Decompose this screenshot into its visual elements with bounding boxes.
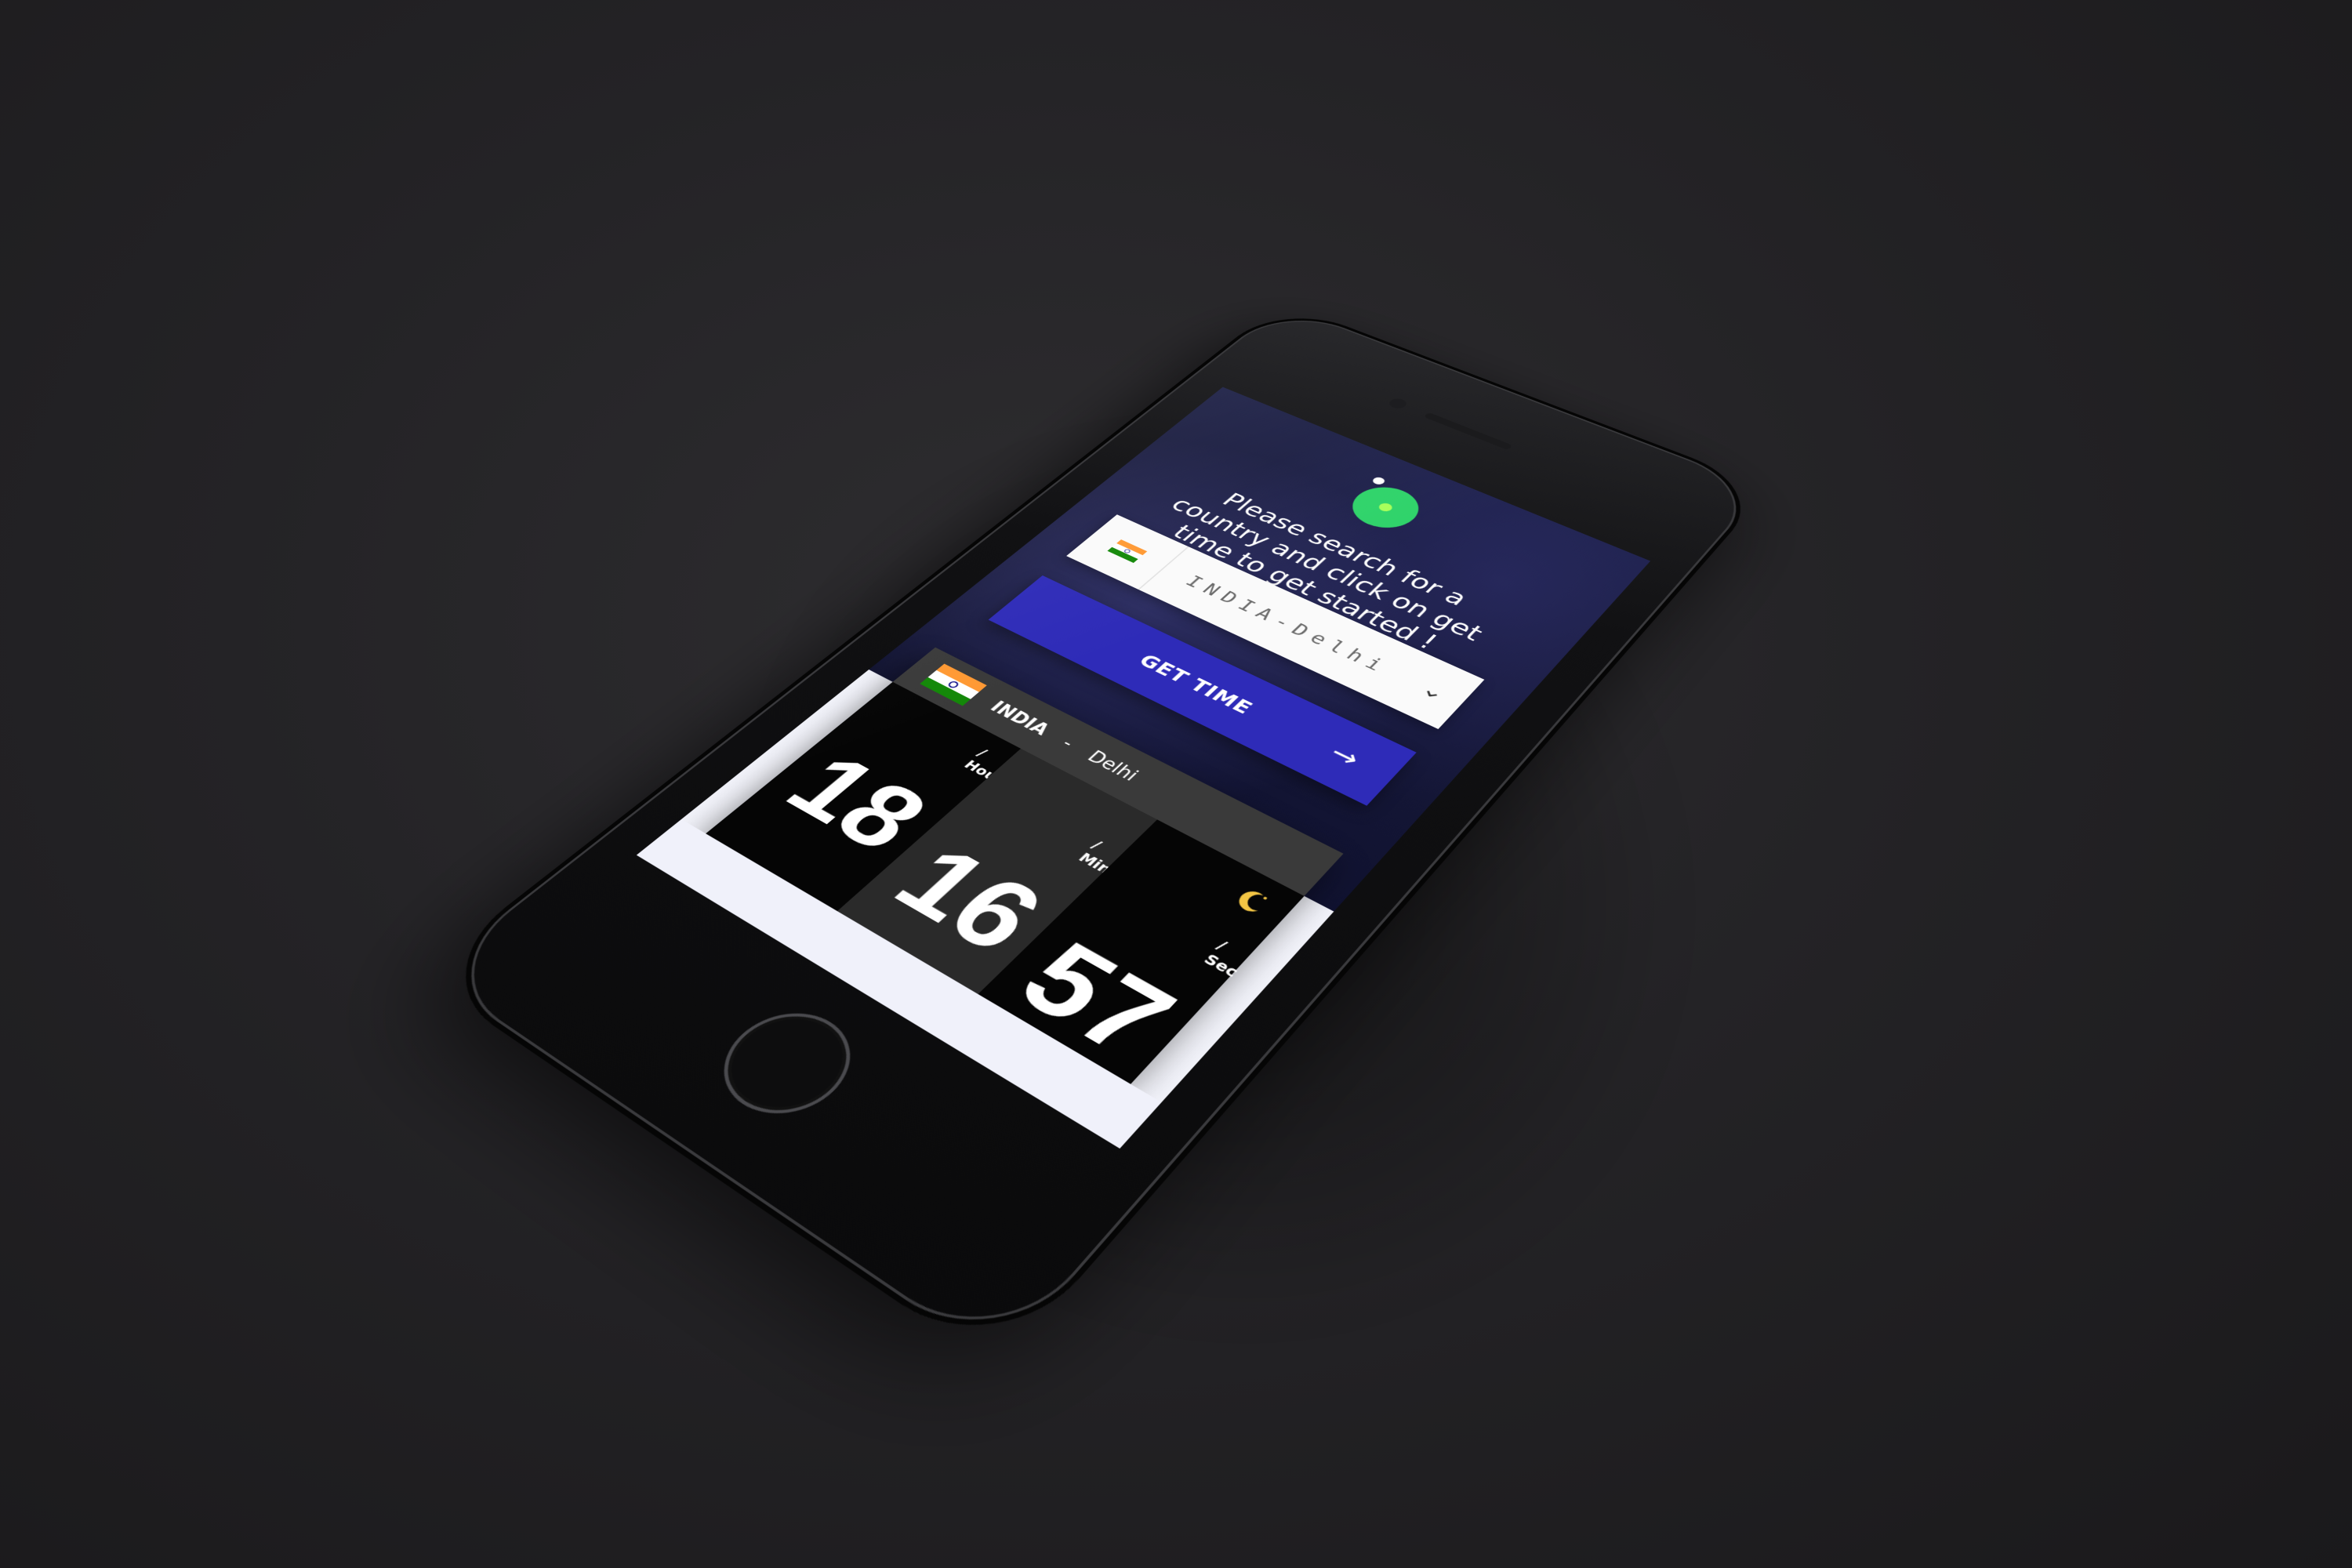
second-unit-label: / Sec (1200, 936, 1243, 981)
home-button[interactable] (698, 994, 877, 1134)
clock-separator: - (1057, 735, 1079, 753)
front-camera (1386, 397, 1410, 411)
moon-icon (1233, 887, 1270, 915)
earpiece-speaker (1423, 412, 1513, 451)
clock-city: Delhi (1082, 747, 1142, 786)
chevron-down-icon[interactable]: ⌄ (1398, 670, 1470, 713)
mockup-stage: Please search for a country and click on… (0, 0, 2352, 1568)
arrow-right-icon: → (1323, 739, 1367, 773)
india-flag-icon (1107, 539, 1148, 564)
india-flag-icon (920, 663, 987, 706)
clock-country: INDIA (985, 698, 1054, 739)
